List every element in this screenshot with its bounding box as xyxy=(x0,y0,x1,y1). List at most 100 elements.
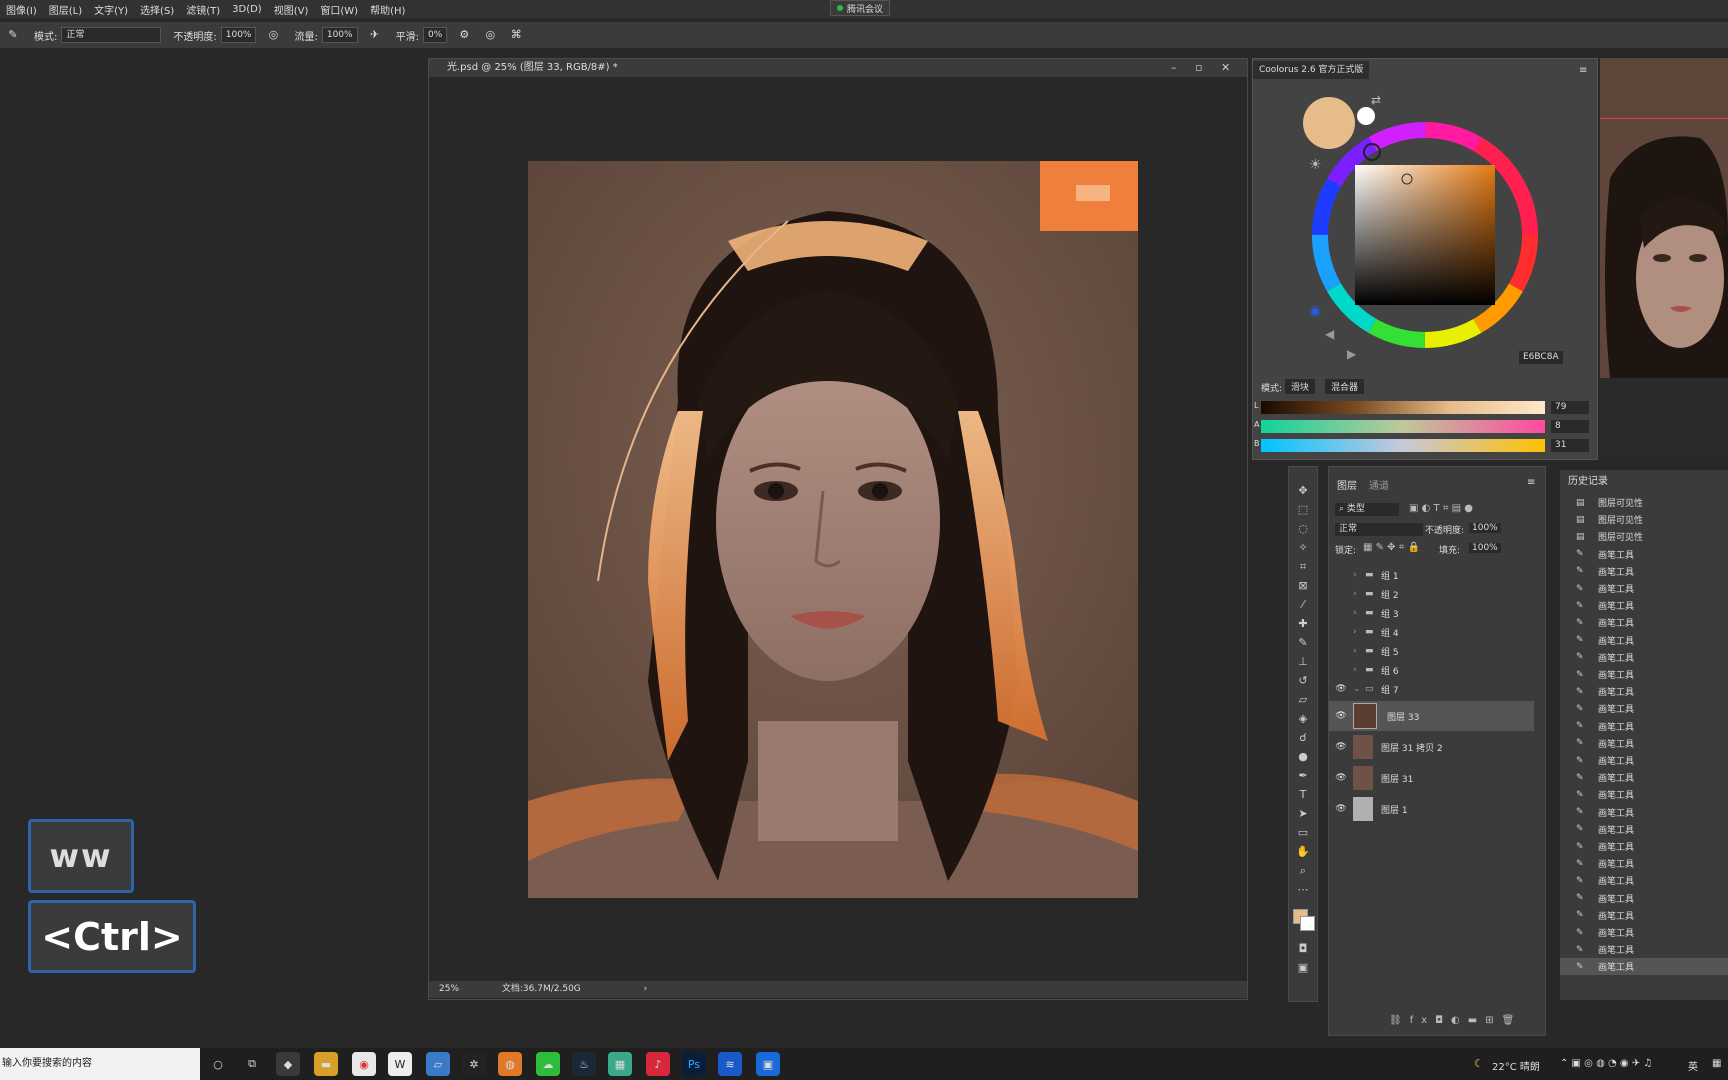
menu-select[interactable]: 选择(S) xyxy=(134,2,180,17)
layer-opacity-field[interactable]: 100% xyxy=(1469,523,1501,533)
history-item[interactable]: ▤ 图层可见性 xyxy=(1560,494,1728,511)
layer-row[interactable]: › ▬ 组 2 xyxy=(1329,585,1534,603)
history-item[interactable]: ▤ 图层可见性 xyxy=(1560,511,1728,528)
eraser-icon[interactable]: ▱ xyxy=(1289,690,1317,709)
stamp-tool-icon[interactable]: ⊥ xyxy=(1289,652,1317,671)
eye-icon[interactable]: 👁 xyxy=(1329,773,1353,783)
blend-mode-select[interactable]: 正常 xyxy=(1335,523,1423,536)
smudge-icon[interactable]: ☌ xyxy=(1289,728,1317,747)
layer-row[interactable]: › ▬ 组 1 xyxy=(1329,566,1534,584)
layer-row[interactable]: 👁 ⌄ ▭ 组 7 xyxy=(1329,680,1534,698)
quick-mask-icon[interactable]: ◘ xyxy=(1289,939,1317,958)
menu-layer[interactable]: 图层(L) xyxy=(43,2,88,17)
airbrush-icon[interactable]: ✈ xyxy=(368,28,382,42)
app-icon-5[interactable]: ▦ xyxy=(608,1052,632,1076)
symmetry-icon[interactable]: ⌘ xyxy=(509,28,523,42)
menu-view[interactable]: 视图(V) xyxy=(268,2,315,17)
minimize-icon[interactable]: – xyxy=(1171,59,1177,77)
crop-tool-icon[interactable]: ⌗ xyxy=(1289,557,1317,576)
layers-menu-icon[interactable]: ≡ xyxy=(1527,477,1535,488)
document-tab[interactable]: 光.psd @ 25% (图层 33, RGB/8#) * – ▫ ✕ xyxy=(429,59,1247,77)
magic-wand-icon[interactable]: ✧ xyxy=(1289,538,1317,557)
tab-mixer[interactable]: 混合器 xyxy=(1325,379,1365,394)
history-item[interactable]: ✎ 画笔工具 xyxy=(1560,580,1728,597)
weather-text[interactable]: 22°C 晴朗 xyxy=(1492,1058,1540,1073)
tab-channels[interactable]: 通道 xyxy=(1369,477,1389,492)
opacity-field[interactable]: 100% xyxy=(220,27,257,43)
menu-window[interactable]: 窗口(W) xyxy=(314,2,364,17)
history-item[interactable]: ✎ 画笔工具 xyxy=(1560,786,1728,803)
frame-tool-icon[interactable]: ⊠ xyxy=(1289,576,1317,595)
steam-icon[interactable]: ♨ xyxy=(572,1052,596,1076)
play-icon[interactable]: ▶ xyxy=(1347,347,1356,361)
eye-icon[interactable]: 👁 xyxy=(1329,804,1353,814)
app-icon-4[interactable]: ◍ xyxy=(498,1052,522,1076)
layer-row[interactable]: › ▬ 组 4 xyxy=(1329,623,1534,641)
history-item[interactable]: ✎ 画笔工具 xyxy=(1560,546,1728,563)
lasso-tool-icon[interactable]: ◌ xyxy=(1289,519,1317,538)
gear-icon[interactable]: ⚙ xyxy=(457,28,471,42)
history-item[interactable]: ✎ 画笔工具 xyxy=(1560,890,1728,907)
history-item[interactable]: ✎ 画笔工具 xyxy=(1560,632,1728,649)
history-item[interactable]: ✎ 画笔工具 xyxy=(1560,666,1728,683)
screen-mode-icon[interactable]: ▣ xyxy=(1289,958,1317,977)
app-icon-6[interactable]: ≋ xyxy=(718,1052,742,1076)
slider-l[interactable] xyxy=(1261,401,1545,414)
history-item[interactable]: ✎ 画笔工具 xyxy=(1560,821,1728,838)
brush-tool-icon[interactable]: ✎ xyxy=(1289,633,1317,652)
maximize-icon[interactable]: ▫ xyxy=(1195,59,1202,77)
type-tool-icon[interactable]: T xyxy=(1289,785,1317,804)
slider-a-value[interactable]: 8 xyxy=(1551,420,1589,433)
tab-slider[interactable]: 滑块 xyxy=(1285,379,1316,394)
layer-row[interactable]: › ▬ 组 3 xyxy=(1329,604,1534,622)
wechat-icon[interactable]: ☁ xyxy=(536,1052,560,1076)
history-item[interactable]: ✎ 画笔工具 xyxy=(1560,563,1728,580)
chrome-icon[interactable]: ◉ xyxy=(352,1052,376,1076)
slider-b[interactable] xyxy=(1261,439,1545,452)
move-tool-icon[interactable]: ✥ xyxy=(1289,481,1317,500)
layer-row[interactable]: 👁 图层 1 xyxy=(1329,794,1534,824)
layer-row[interactable]: 👁 图层 31 xyxy=(1329,763,1534,793)
dodge-icon[interactable]: ● xyxy=(1289,747,1317,766)
background-color[interactable] xyxy=(1300,916,1315,931)
mode-select[interactable]: 正常 xyxy=(61,27,162,43)
ime-indicator[interactable]: 英 xyxy=(1688,1058,1698,1073)
history-item[interactable]: ✎ 画笔工具 xyxy=(1560,855,1728,872)
eye-icon[interactable]: 👁 xyxy=(1329,742,1353,752)
pen-tool-icon[interactable]: ✒ xyxy=(1289,766,1317,785)
navigator-preview[interactable] xyxy=(1600,58,1728,458)
netease-music-icon[interactable]: ♪ xyxy=(646,1052,670,1076)
tray-icons[interactable]: ⌃ ▣ ◎ ◍ ◔ ◉ ✈ ♫ xyxy=(1560,1058,1652,1069)
color-wheel[interactable] xyxy=(1305,115,1545,355)
coolorus-title[interactable]: Coolorus 2.6 官方正式版 xyxy=(1253,61,1370,79)
path-select-icon[interactable]: ➤ xyxy=(1289,804,1317,823)
artwork-canvas[interactable] xyxy=(528,161,1138,898)
menu-filter[interactable]: 滤镜(T) xyxy=(180,2,226,17)
history-item[interactable]: ✎ 画笔工具 xyxy=(1560,769,1728,786)
history-item[interactable]: ✎ 画笔工具 xyxy=(1560,752,1728,769)
eye-icon[interactable]: 👁 xyxy=(1329,711,1353,721)
history-item[interactable]: ✎ 画笔工具 xyxy=(1560,907,1728,924)
app-w-icon[interactable]: W xyxy=(388,1052,412,1076)
pressure-size-icon[interactable]: ◎ xyxy=(483,28,497,42)
status-arrow-icon[interactable]: › xyxy=(644,984,648,994)
app-icon[interactable]: ◆ xyxy=(276,1052,300,1076)
cortana-icon[interactable]: ○ xyxy=(206,1052,230,1076)
history-item[interactable]: ✎ 画笔工具 xyxy=(1560,838,1728,855)
taskbar-search[interactable]: 输入你要搜索的内容 xyxy=(0,1048,200,1080)
zoom-level[interactable]: 25% xyxy=(439,984,459,994)
history-item[interactable]: ✎ 画笔工具 xyxy=(1560,941,1728,958)
brush-preset-icon[interactable]: ✎ xyxy=(6,28,20,42)
layer-row[interactable]: › ▬ 组 5 xyxy=(1329,642,1534,660)
history-item[interactable]: ✎ 画笔工具 xyxy=(1560,804,1728,821)
menu-image[interactable]: 图像(I) xyxy=(0,2,43,17)
history-brush-icon[interactable]: ↺ xyxy=(1289,671,1317,690)
more-tools-icon[interactable]: ⋯ xyxy=(1289,880,1317,899)
history-item[interactable]: ✎ 画笔工具 xyxy=(1560,597,1728,614)
history-item[interactable]: ✎ 画笔工具 xyxy=(1560,700,1728,717)
healing-brush-icon[interactable]: ✚ xyxy=(1289,614,1317,633)
prev-arrow-icon[interactable]: ◀ xyxy=(1325,327,1334,341)
history-item[interactable]: ✎ 画笔工具 xyxy=(1560,924,1728,941)
history-item[interactable]: ✎ 画笔工具 xyxy=(1560,872,1728,889)
panel-menu-icon[interactable]: ≡ xyxy=(1579,65,1587,76)
